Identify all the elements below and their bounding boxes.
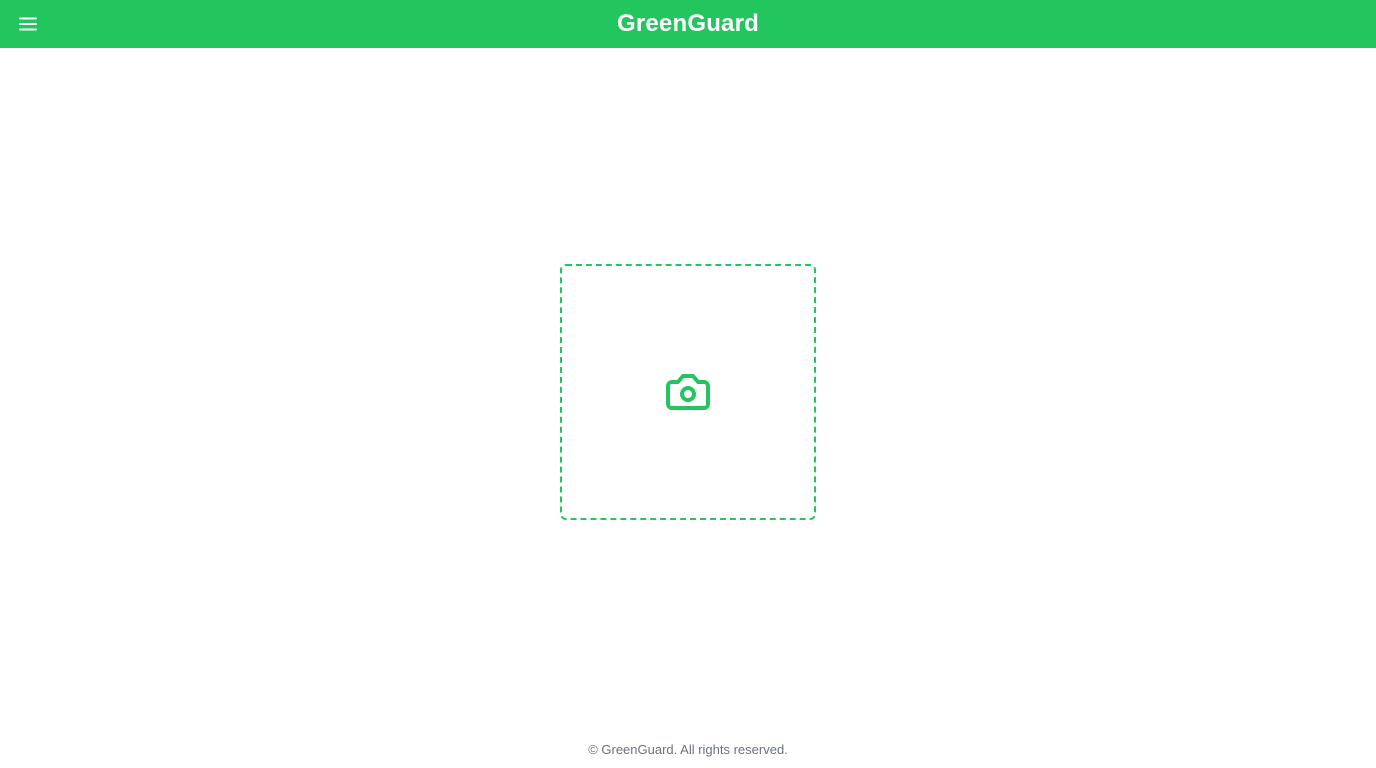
footer-copyright: © GreenGuard. All rights reserved. bbox=[588, 742, 788, 757]
image-upload-dropzone[interactable] bbox=[560, 264, 816, 520]
app-title: GreenGuard bbox=[616, 10, 760, 37]
hamburger-menu-icon bbox=[19, 17, 37, 31]
menu-button[interactable] bbox=[16, 12, 40, 36]
camera-icon bbox=[666, 374, 710, 410]
top-app-bar: GreenGuard bbox=[0, 0, 1376, 48]
app-root: GreenGuard © GreenGuard. All rights rese… bbox=[0, 0, 1376, 768]
